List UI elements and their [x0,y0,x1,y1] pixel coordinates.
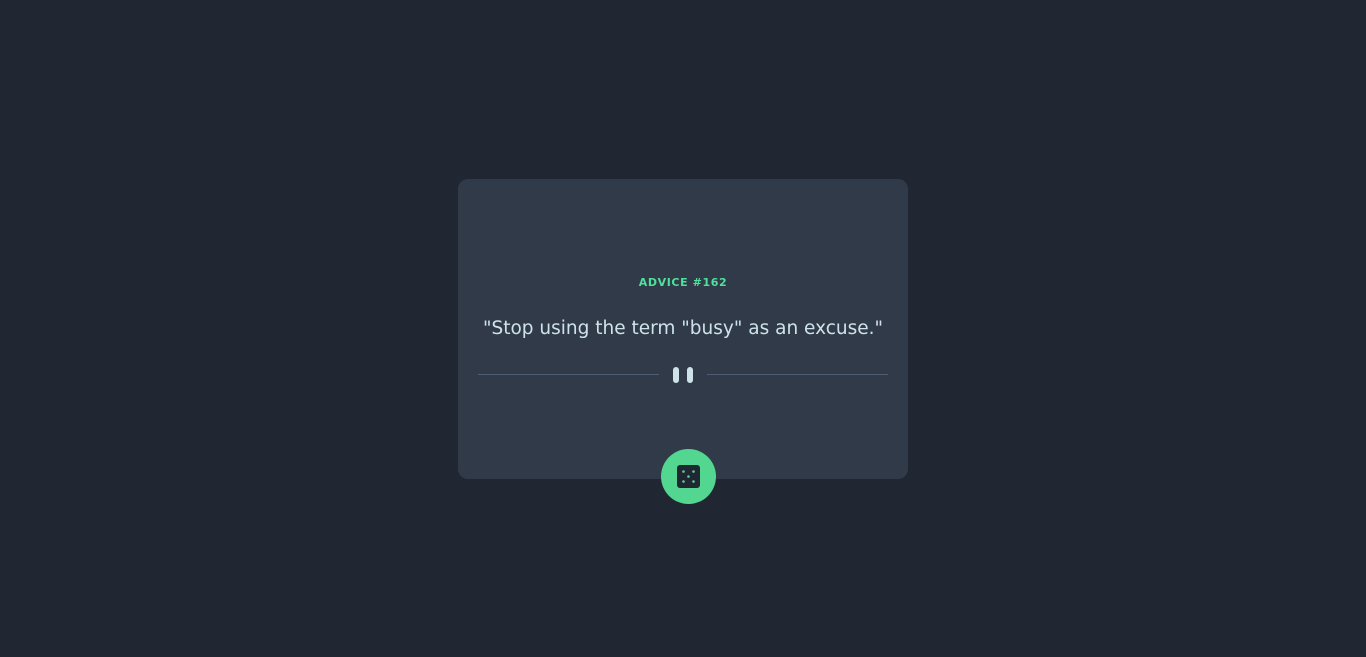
divider-line-right [707,374,888,375]
divider-line-left [478,374,659,375]
pause-icon [673,367,693,383]
divider [478,367,888,383]
advice-number: ADVICE #162 [638,276,728,289]
new-advice-button[interactable] [661,449,716,504]
page: ADVICE #162 "Stop using the term "busy" … [0,0,1366,657]
advice-card: ADVICE #162 "Stop using the term "busy" … [458,179,908,479]
dice-icon [677,465,700,488]
advice-quote: "Stop using the term "busy" as an excuse… [482,318,884,339]
